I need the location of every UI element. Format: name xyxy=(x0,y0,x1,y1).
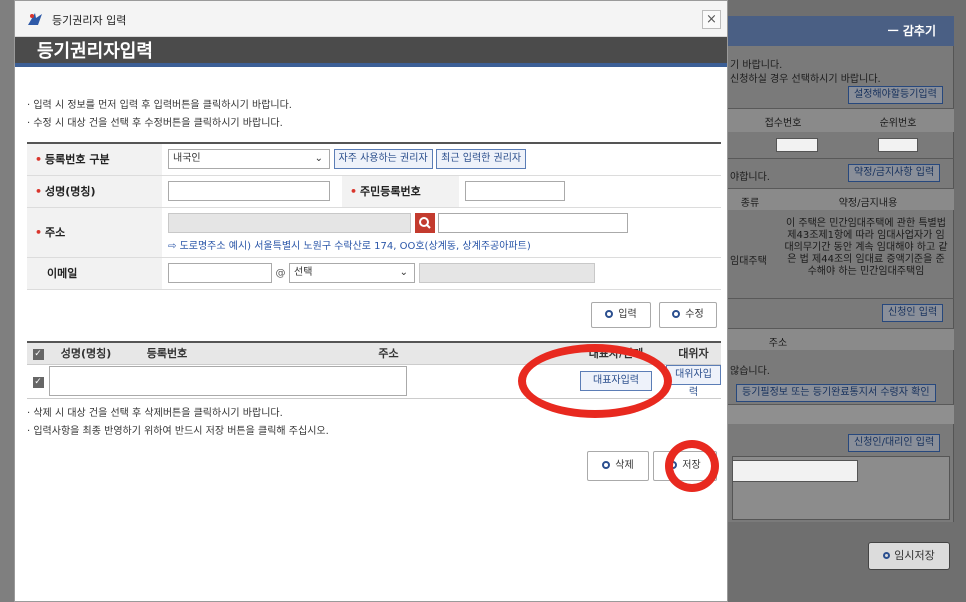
bg-button-recipient[interactable]: 등기필정보 또는 등기완료통지서 수령자 확인 xyxy=(736,384,936,402)
edit-button[interactable]: 수정 xyxy=(659,302,717,328)
temp-save-button[interactable]: 임시저장 xyxy=(868,542,950,570)
bg-text: 않습니다. xyxy=(730,366,770,377)
background-panel: 기 바랍니다. 신청하실 경우 선택하시기 바랍니다. 설정해야할등기입력 접수… xyxy=(728,46,954,522)
circle-icon xyxy=(602,461,611,469)
bg-field xyxy=(878,138,918,152)
bg-text: 기 바랍니다. xyxy=(730,60,783,71)
frequent-holder-button[interactable]: 자주 사용하는 권리자 xyxy=(333,149,433,170)
bg-terms: 이 주택은 민간임대주택에 관한 특별법 제43조제1항에 따라 임대사업자가 … xyxy=(784,218,948,277)
at-sign: @ xyxy=(275,268,286,279)
arrow-icon: ⇨ xyxy=(168,240,177,252)
hide-toggle[interactable]: ㅡ 감추기 xyxy=(728,16,954,46)
id-label: • 주민등록번호 xyxy=(342,175,459,208)
circle-icon xyxy=(883,552,891,559)
email-id-input[interactable] xyxy=(168,263,272,283)
highlight-circle xyxy=(518,344,672,418)
bg-button-terms[interactable]: 약정/금지사항 입력 xyxy=(848,164,941,182)
address-hint: ⇨ 도로명주소 예시) 서울특별시 노원구 수락산로 174, OO호(상계동,… xyxy=(168,240,531,252)
subrogation-input-button[interactable]: 대위자입력 xyxy=(666,364,721,398)
highlight-circle xyxy=(665,440,719,492)
bg-text: 임대주택 xyxy=(730,256,767,267)
row-data xyxy=(49,366,407,396)
bottom-instructions: · 삭제 시 대상 건을 선택 후 삭제버튼을 클릭하시기 바랍니다. · 입력… xyxy=(27,405,329,441)
bg-textbox[interactable] xyxy=(732,460,858,482)
reg-type-select[interactable]: 내국인 ⌄ xyxy=(168,149,330,170)
address-detail-input[interactable] xyxy=(438,212,628,233)
id-number-input[interactable] xyxy=(465,181,565,201)
instructions: · 입력 시 정보를 먼저 입력 후 입력버튼을 클릭하시기 바랍니다. · 수… xyxy=(27,97,292,133)
circle-icon xyxy=(672,310,681,318)
rights-holder-dialog: 등기권리자 입력 × 등기권리자입력 · 입력 시 정보를 먼저 입력 후 입력… xyxy=(14,0,728,602)
address-search-button[interactable] xyxy=(414,212,435,233)
row-checkbox[interactable]: ✓ xyxy=(32,377,44,388)
bg-button-agent[interactable]: 신청인/대리인 입력 xyxy=(848,434,941,452)
window-titlebar: 등기권리자 입력 × xyxy=(15,1,727,37)
recent-holder-button[interactable]: 최근 입력한 권리자 xyxy=(436,149,527,170)
input-button[interactable]: 입력 xyxy=(591,302,651,328)
bg-button-applicant[interactable]: 신청인 입력 xyxy=(882,304,944,322)
instruction-line: · 입력 시 정보를 먼저 입력 후 입력버튼을 클릭하시기 바랍니다. xyxy=(27,100,292,111)
bg-text: 신청하실 경우 선택하시기 바랍니다. xyxy=(730,74,881,85)
input-form: • 등록번호 구분 내국인 ⌄ 자주 사용하는 권리자 최근 입력한 권리자 • 성명… xyxy=(27,142,721,290)
name-label: • 성명(명칭) xyxy=(27,175,162,208)
email-domain-select[interactable]: 선택 ⌄ xyxy=(289,263,415,283)
chevron-down-icon: ⌄ xyxy=(399,267,408,278)
reg-type-label: • 등록번호 구분 xyxy=(27,143,162,176)
bg-table-header: 접수번호 순위번호 xyxy=(728,108,954,132)
background-page: ㅡ 감추기 기 바랍니다. 신청하실 경우 선택하시기 바랍니다. 설정해야할등… xyxy=(728,0,966,602)
bg-text: 야합니다. xyxy=(730,172,770,183)
chevron-down-icon: ⌄ xyxy=(314,153,323,165)
email-label: 이메일 xyxy=(27,257,162,290)
close-button[interactable]: × xyxy=(702,10,721,29)
name-input[interactable] xyxy=(168,181,330,201)
bg-table-header: 종류 약정/금지내용 xyxy=(728,188,954,210)
logo-icon xyxy=(28,13,42,25)
circle-icon xyxy=(605,310,614,318)
delete-button[interactable]: 삭제 xyxy=(587,451,649,481)
bg-field xyxy=(776,138,818,152)
instruction-line: · 삭제 시 대상 건을 선택 후 삭제버튼을 클릭하시기 바랍니다. xyxy=(27,408,283,419)
postal-code-input[interactable] xyxy=(168,212,411,233)
address-label: • 주소 xyxy=(27,207,162,258)
instruction-line: · 수정 시 대상 건을 선택 후 수정버튼을 클릭하시기 바랍니다. xyxy=(27,118,283,129)
search-icon xyxy=(418,216,431,229)
bg-button-setting[interactable]: 설정해야할등기입력 xyxy=(848,86,943,104)
email-domain-input[interactable] xyxy=(418,263,595,283)
instruction-line: · 입력사항을 최종 반영하기 위하여 반드시 저장 버튼을 클릭해 주십시오. xyxy=(27,426,329,437)
select-all-checkbox[interactable]: ✓ xyxy=(32,349,44,361)
page-title: 등기권리자입력 xyxy=(37,41,153,62)
header-bar: 등기권리자입력 xyxy=(15,37,727,67)
window-title: 등기권리자 입력 xyxy=(52,14,127,27)
